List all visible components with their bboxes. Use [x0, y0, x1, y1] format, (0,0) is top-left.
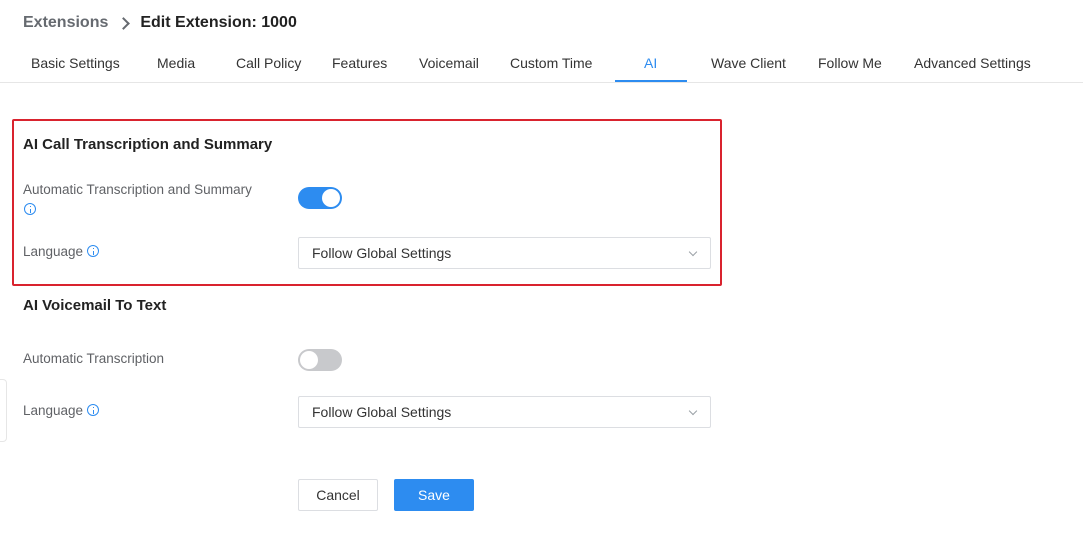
toggle-knob — [300, 351, 318, 369]
language-label: Language — [23, 403, 100, 418]
tab-follow-me[interactable]: Follow Me — [818, 44, 882, 82]
chevron-down-icon — [688, 247, 698, 257]
cancel-button[interactable]: Cancel — [298, 479, 378, 511]
select-value: Follow Global Settings — [312, 245, 452, 261]
breadcrumb-extensions[interactable]: Extensions — [23, 14, 108, 32]
auto-transcription-label: Automatic Transcription — [23, 351, 165, 366]
language-label-text: Language — [23, 403, 84, 418]
toggle-knob — [322, 189, 340, 207]
save-button[interactable]: Save — [394, 479, 474, 511]
page-title: Edit Extension: 1000 — [140, 14, 297, 31]
tab-advanced-settings[interactable]: Advanced Settings — [914, 44, 1031, 82]
tab-voicemail[interactable]: Voicemail — [419, 44, 479, 82]
tab-basic-settings[interactable]: Basic Settings — [31, 44, 120, 82]
breadcrumb: Extensions Edit Extension: 1000 — [23, 12, 297, 34]
voicemail-language-select[interactable]: Follow Global Settings — [298, 396, 711, 428]
language-label: Language — [23, 244, 100, 259]
info-icon[interactable] — [24, 203, 36, 215]
info-icon[interactable] — [87, 404, 100, 416]
edit-extension-page: Extensions Edit Extension: 1000 Basic Se… — [0, 0, 1083, 536]
tab-features[interactable]: Features — [332, 44, 387, 82]
language-label-text: Language — [23, 244, 84, 259]
tab-media[interactable]: Media — [157, 44, 195, 82]
tab-wave-client[interactable]: Wave Client — [711, 44, 786, 82]
chevron-down-icon — [688, 406, 698, 416]
call-language-select[interactable]: Follow Global Settings — [298, 237, 711, 269]
sidebar-collapse-handle[interactable] — [0, 379, 7, 442]
tab-custom-time[interactable]: Custom Time — [510, 44, 592, 82]
tab-call-policy[interactable]: Call Policy — [236, 44, 301, 82]
info-block — [24, 201, 36, 219]
section-title-call-transcription: AI Call Transcription and Summary — [23, 136, 273, 153]
select-value: Follow Global Settings — [312, 404, 452, 420]
info-icon[interactable] — [87, 245, 100, 257]
auto-transcription-toggle[interactable] — [298, 349, 342, 371]
tab-bar: Basic Settings Media Call Policy Feature… — [0, 44, 1083, 83]
tab-ai[interactable]: AI — [644, 44, 657, 82]
chevron-right-icon — [114, 12, 136, 34]
auto-transcription-summary-toggle[interactable] — [298, 187, 342, 209]
auto-transcription-summary-label: Automatic Transcription and Summary — [23, 182, 252, 197]
section-title-voicemail-to-text: AI Voicemail To Text — [23, 297, 167, 314]
active-tab-indicator — [615, 80, 687, 82]
